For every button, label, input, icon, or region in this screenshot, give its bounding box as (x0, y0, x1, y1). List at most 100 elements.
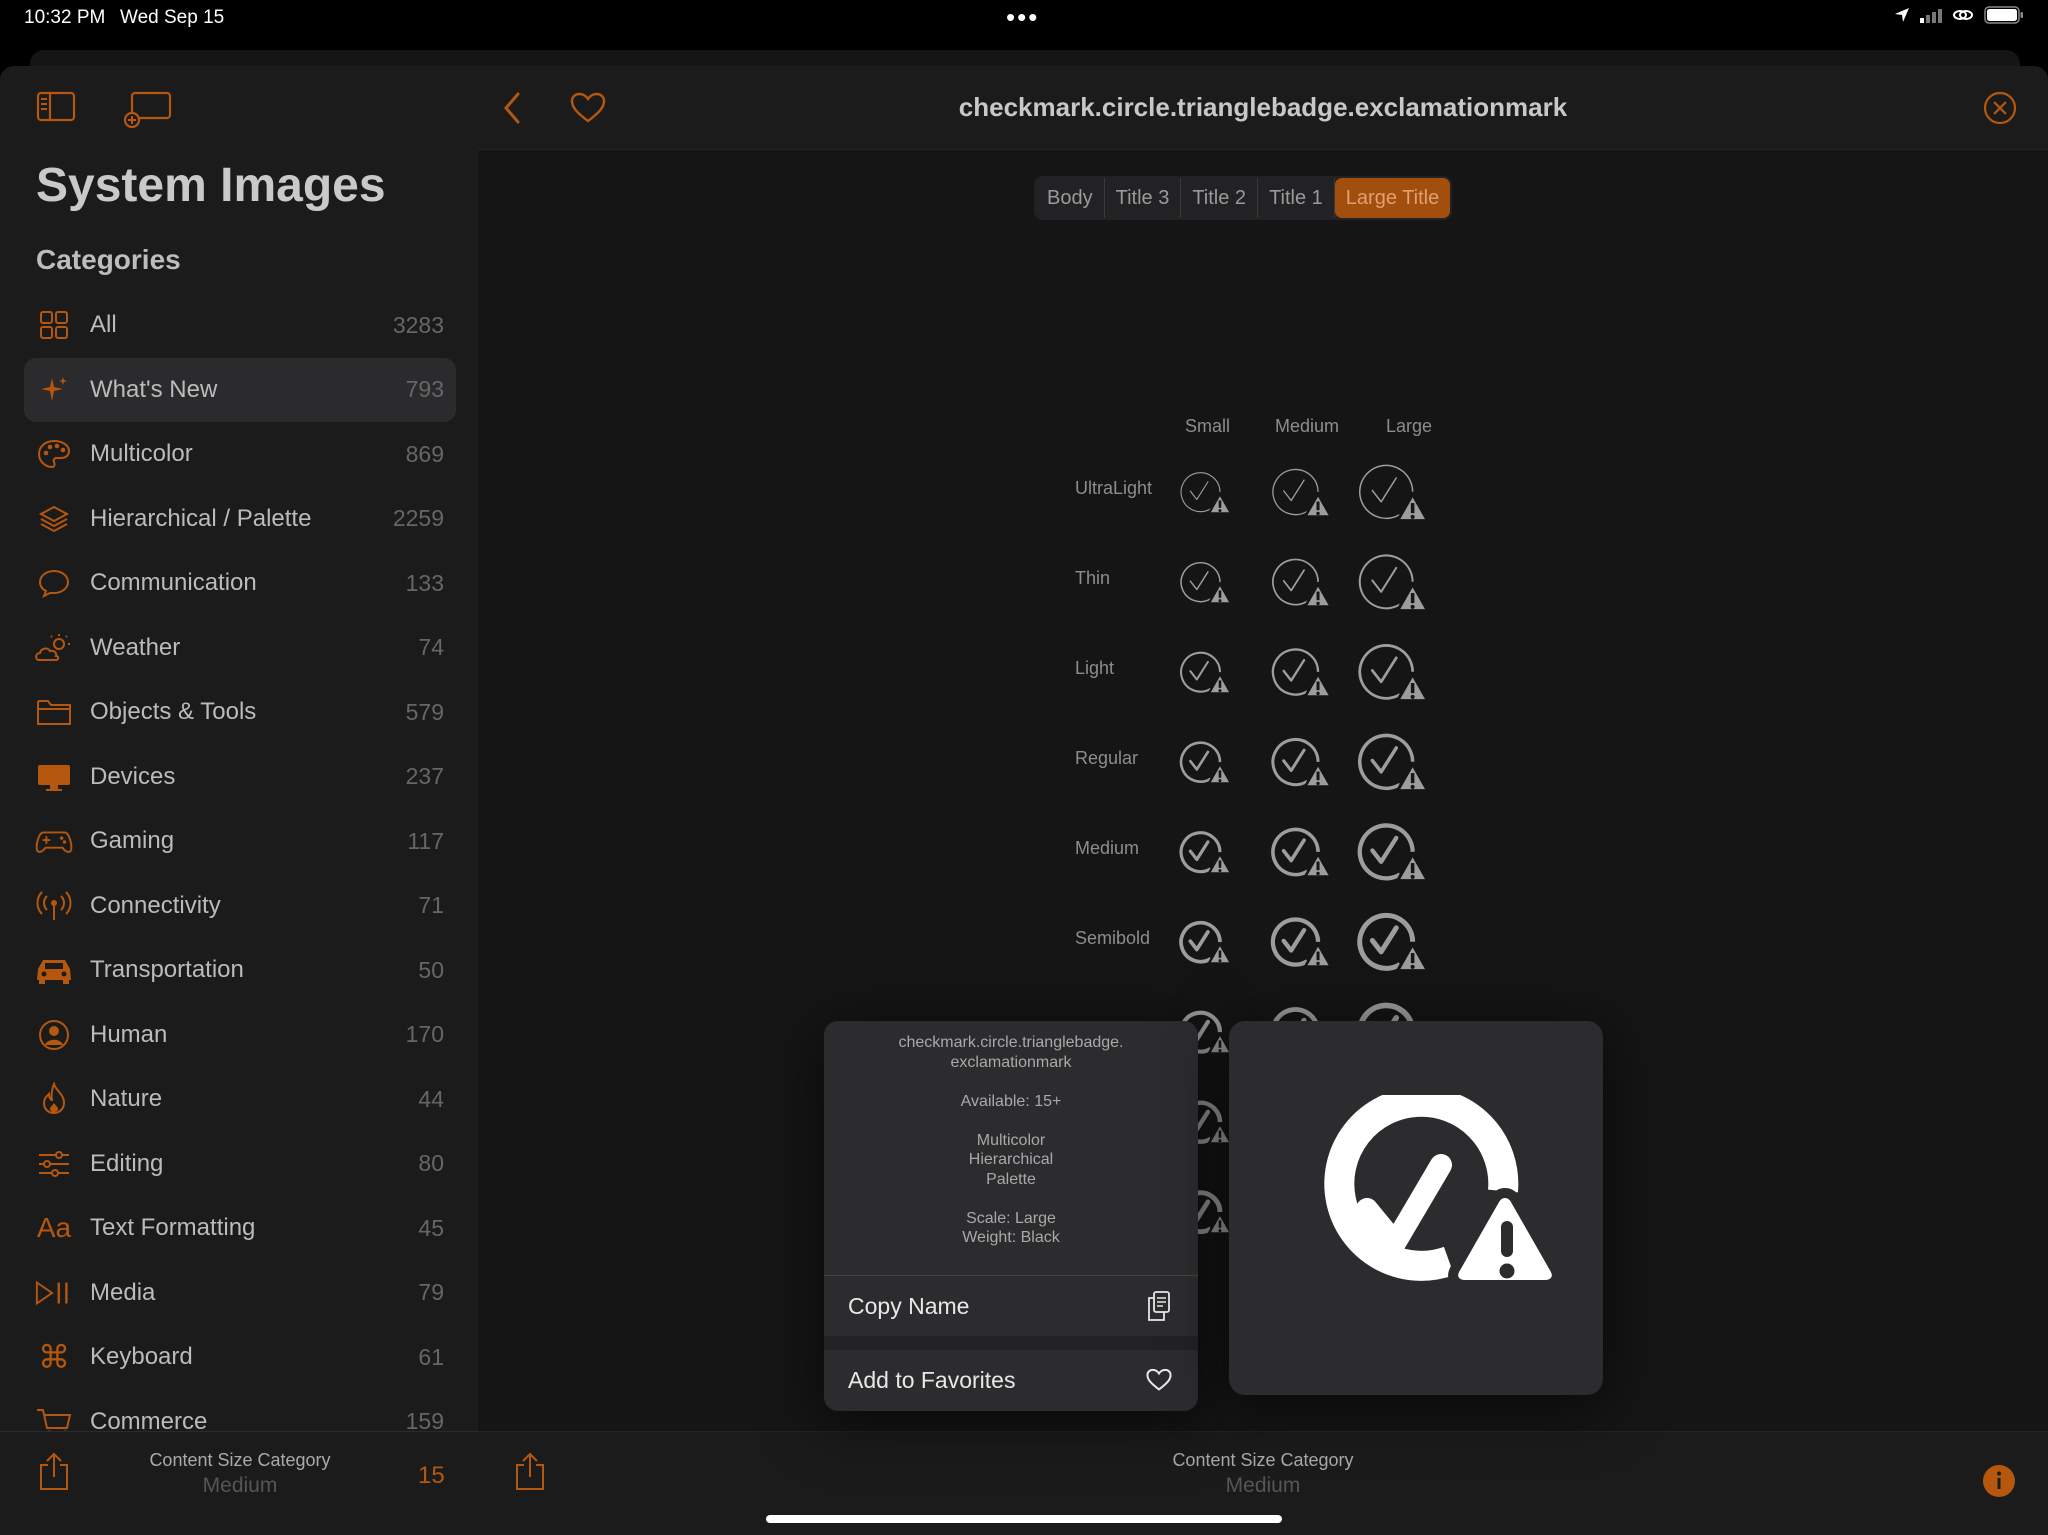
sidebar-item-text-formatting[interactable]: Aa Text Formatting 45 (24, 1196, 456, 1261)
checkmark-triangle-icon[interactable] (1270, 824, 1336, 882)
sidebar-item-media[interactable]: Media 79 (24, 1261, 456, 1326)
checkmark-triangle-icon[interactable] (1178, 468, 1236, 518)
content-size-number[interactable]: 15 (418, 1462, 445, 1490)
sidebar-item-nature[interactable]: Nature 44 (24, 1067, 456, 1132)
row-label-regular: Regular (1075, 748, 1139, 768)
sidebar-item-human[interactable]: Human 170 (24, 1003, 456, 1068)
link-icon (1953, 10, 1973, 20)
checkmark-triangle-icon[interactable] (1270, 914, 1336, 972)
palette-icon (34, 434, 74, 474)
sidebar-item-connectivity[interactable]: Connectivity 71 (24, 874, 456, 939)
sidebar-item-keyboard[interactable]: ⌘ Keyboard 61 (24, 1325, 456, 1390)
play-pause-icon (34, 1273, 74, 1313)
checkmark-triangle-icon[interactable] (1357, 549, 1433, 617)
sidebar-item-label: Weather (90, 633, 181, 661)
status-indicators (1894, 6, 2024, 24)
sidebar-item-objects-tools[interactable]: Objects & Tools 579 (24, 680, 456, 745)
checkmark-triangle-icon[interactable] (1178, 918, 1236, 968)
checkmark-triangle-icon[interactable] (1357, 909, 1433, 977)
checkmark-triangle-icon[interactable] (1357, 639, 1433, 707)
sidebar-item-label: Media (90, 1278, 156, 1306)
info-weight: Weight: Black (962, 1229, 1060, 1246)
layers-icon (34, 499, 74, 539)
location-icon (1895, 8, 1909, 22)
sidebar-item-gaming[interactable]: Gaming 117 (24, 809, 456, 874)
add-to-favorites-button[interactable]: Add to Favorites (824, 1350, 1198, 1410)
checkmark-triangle-icon[interactable] (1270, 734, 1336, 792)
car-icon (34, 950, 74, 990)
checkmark-triangle-icon[interactable] (1357, 459, 1433, 527)
sidebar-toolbar (36, 90, 174, 130)
info-available: Available: 15+ (960, 1092, 1062, 1110)
close-icon[interactable] (1982, 90, 2018, 126)
status-time: 10:32 PM (24, 7, 106, 28)
checkmark-triangle-icon[interactable] (1178, 558, 1236, 608)
sidebar-item-communication[interactable]: Communication 133 (24, 551, 456, 616)
sidebar-item-label: Communication (90, 569, 257, 597)
info-name-line-1: checkmark.circle.trianglebadge. (898, 1034, 1124, 1051)
checkmark-triangle-icon[interactable] (1270, 464, 1336, 522)
sidebar-item-count: 170 (405, 1021, 444, 1048)
sidebar-item-label: Multicolor (90, 440, 193, 468)
home-indicator[interactable] (766, 1515, 1282, 1523)
sidebar-item-count: 45 (418, 1214, 444, 1241)
sidebar-toggle-icon[interactable] (36, 90, 78, 124)
sidebar-item-transportation[interactable]: Transportation 50 (24, 938, 456, 1003)
share-icon[interactable] (38, 1452, 70, 1492)
info-mode-hierarchical: Hierarchical (968, 1151, 1054, 1168)
new-window-icon[interactable] (122, 90, 174, 130)
sidebar-item-editing[interactable]: Editing 80 (24, 1132, 456, 1197)
sidebar-item-hierarchical-palette[interactable]: Hierarchical / Palette 2259 (24, 487, 456, 552)
checkmark-triangle-icon[interactable] (1178, 738, 1236, 788)
checkmark-triangle-icon[interactable] (1270, 644, 1336, 702)
sidebar-item-weather[interactable]: Weather 74 (24, 616, 456, 681)
sidebar-item-count: 793 (405, 376, 444, 403)
segment-title-1[interactable]: Title 1 (1258, 178, 1335, 218)
sidebar: System Images Categories All 3283 What's… (0, 66, 478, 1535)
copy-name-button[interactable]: Copy Name (824, 1276, 1198, 1336)
status-date: Wed Sep 15 (120, 7, 225, 28)
status-bar: 10:32 PM Wed Sep 15 ••• (0, 0, 2048, 38)
heart-icon (1146, 1368, 1172, 1391)
categories-heading: Categories (36, 244, 181, 275)
row-label-thin: Thin (1075, 568, 1111, 588)
sidebar-item-devices[interactable]: Devices 237 (24, 745, 456, 810)
segment-body[interactable]: Body (1036, 178, 1105, 218)
sidebar-item-count: 74 (418, 634, 444, 661)
detail-top-bar: checkmark.circle.trianglebadge.exclamati… (478, 66, 2048, 150)
sidebar-item-count: 237 (405, 763, 444, 790)
copy-doc-icon (1148, 1291, 1170, 1321)
row-label-semibold: Semibold (1075, 928, 1151, 948)
sidebar-item-whats-new[interactable]: What's New 793 (24, 357, 456, 422)
sidebar-item-count: 579 (405, 698, 444, 725)
segment-title-2[interactable]: Title 2 (1181, 178, 1259, 218)
sidebar-item-count: 80 (418, 1150, 444, 1177)
sidebar-item-label: Hierarchical / Palette (90, 504, 312, 532)
info-scale: Scale: Large (966, 1209, 1056, 1227)
checkmark-triangle-icon[interactable] (1178, 648, 1236, 698)
info-icon[interactable] (1982, 1464, 2016, 1498)
info-name-line-2: exclamationmark (950, 1053, 1072, 1071)
sparkles-icon (34, 370, 74, 410)
sidebar-item-count: 61 (418, 1343, 444, 1370)
segment-title-3[interactable]: Title 3 (1105, 178, 1182, 218)
multitasking-dots-icon[interactable]: ••• (1006, 2, 1039, 33)
sidebar-item-all[interactable]: All 3283 (24, 293, 456, 358)
sidebar-item-count: 71 (418, 892, 444, 919)
checkmark-circle-triangle-badge-icon (1324, 1095, 1559, 1290)
sidebar-item-multicolor[interactable]: Multicolor 869 (24, 422, 456, 487)
gamecontroller-icon (34, 821, 74, 861)
sidebar-item-label: Objects & Tools (90, 698, 257, 726)
symbol-info: checkmark.circle.trianglebadge. exclamat… (824, 1033, 1198, 1248)
copy-name-label: Copy Name (848, 1292, 970, 1319)
sidebar-item-label: Text Formatting (90, 1214, 256, 1242)
category-list: All 3283 What's New 793 Multicolor 869 H… (24, 293, 456, 1454)
checkmark-triangle-icon[interactable] (1357, 819, 1433, 887)
checkmark-triangle-icon[interactable] (1270, 554, 1336, 612)
segment-large-title[interactable]: Large Title (1334, 178, 1451, 218)
checkmark-triangle-icon[interactable] (1178, 828, 1236, 878)
row-label-light: Light (1075, 658, 1115, 678)
cloud-sun-icon (34, 628, 74, 668)
checkmark-triangle-icon[interactable] (1357, 729, 1433, 797)
person-circle-icon (34, 1015, 74, 1055)
